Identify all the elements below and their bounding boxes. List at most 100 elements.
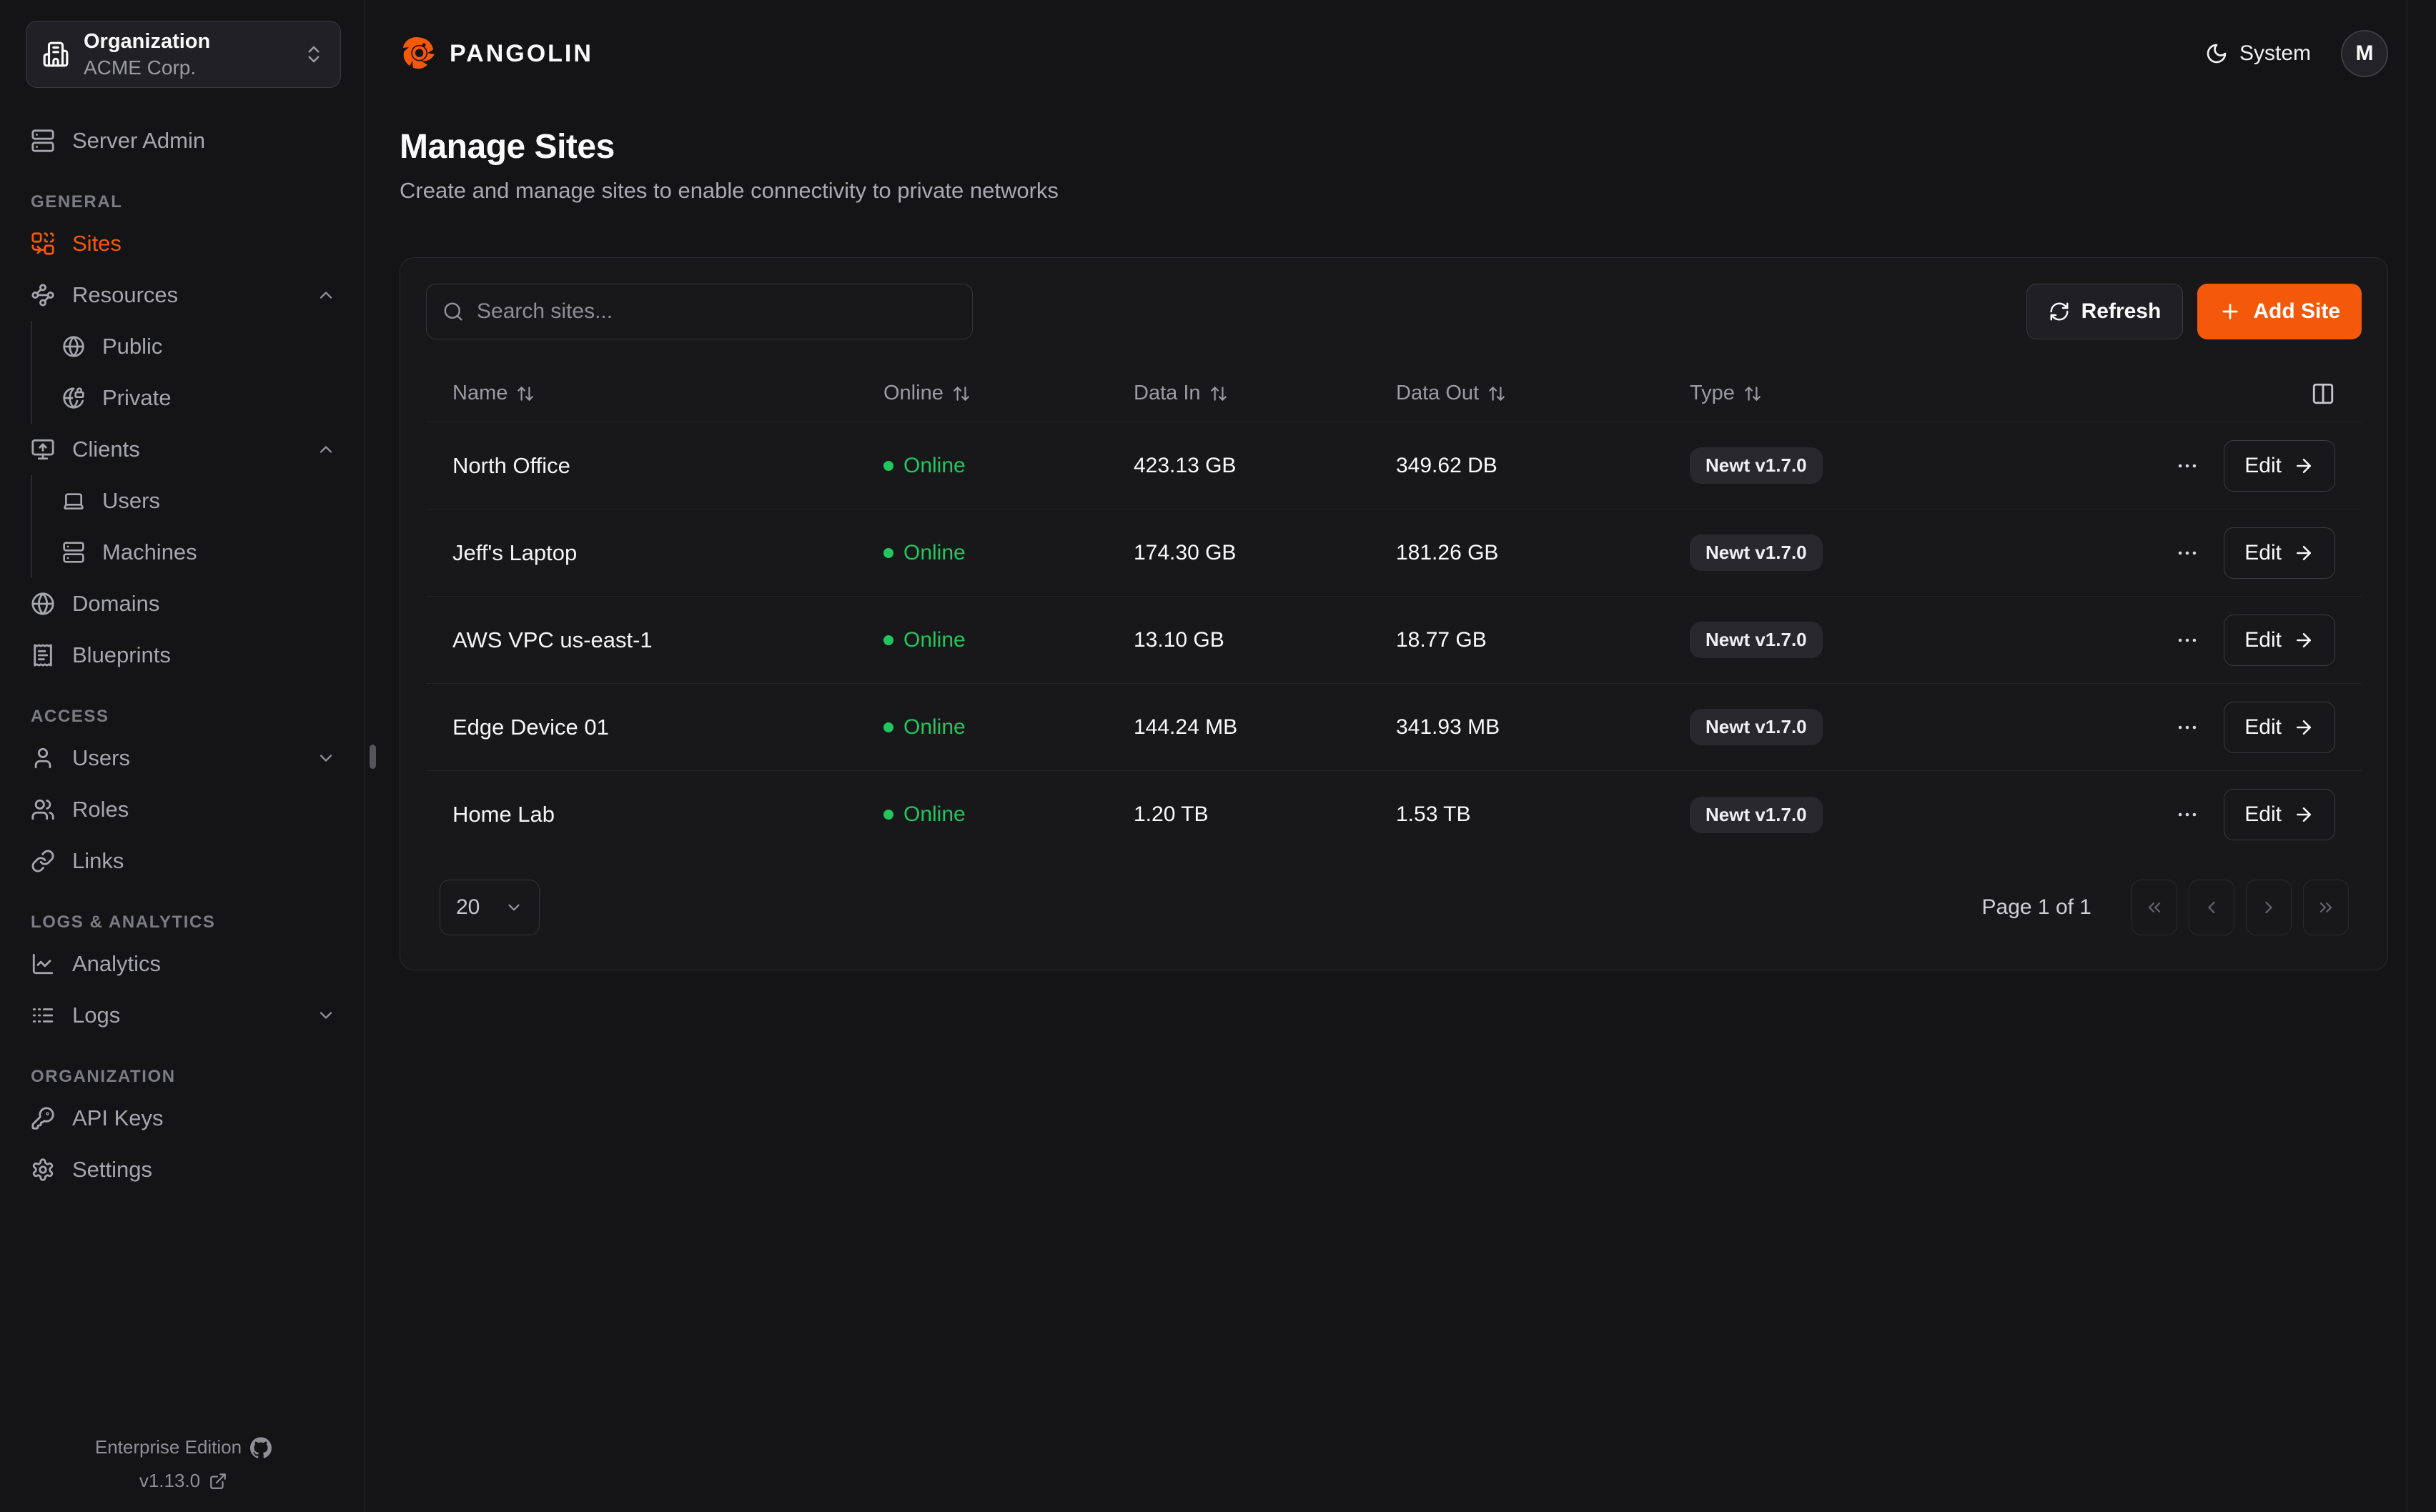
sidebar-item-resources[interactable]: Resources bbox=[26, 269, 341, 321]
theme-toggle[interactable]: System bbox=[2205, 41, 2311, 66]
table-header: Name Online Data In Data Out Type bbox=[426, 365, 2362, 422]
sidebar-nav: Server Admin GENERAL Sites Resources Pub… bbox=[26, 115, 341, 1195]
sidebar-item-server-admin[interactable]: Server Admin bbox=[26, 115, 341, 166]
pager-buttons bbox=[2132, 880, 2349, 935]
receipt-text-icon bbox=[31, 643, 55, 667]
sidebar-item-clients[interactable]: Clients bbox=[26, 424, 341, 475]
site-type-badge: Newt v1.7.0 bbox=[1690, 622, 1823, 658]
column-header-data-in[interactable]: Data In bbox=[1134, 382, 1396, 405]
github-icon bbox=[250, 1437, 272, 1458]
sidebar-item-domains[interactable]: Domains bbox=[26, 578, 341, 630]
section-organization: ORGANIZATION bbox=[26, 1067, 341, 1087]
site-status: Online bbox=[883, 454, 1134, 478]
row-menu-button[interactable] bbox=[2175, 541, 2199, 565]
refresh-label: Refresh bbox=[2081, 299, 2162, 324]
building-icon bbox=[42, 41, 69, 68]
row-menu-button[interactable] bbox=[2175, 715, 2199, 740]
sidebar-item-roles[interactable]: Roles bbox=[26, 784, 341, 835]
sidebar-item-settings[interactable]: Settings bbox=[26, 1144, 341, 1195]
sites-combine-icon bbox=[31, 232, 55, 256]
sidebar-item-label: Users bbox=[102, 488, 160, 514]
pangolin-logo-icon bbox=[400, 35, 437, 72]
scrollbar-rail[interactable] bbox=[2407, 0, 2436, 1512]
column-header-data-out[interactable]: Data Out bbox=[1396, 382, 1690, 405]
site-data-in: 423.13 GB bbox=[1134, 454, 1396, 478]
sidebar-item-links[interactable]: Links bbox=[26, 835, 341, 887]
org-selector[interactable]: Organization ACME Corp. bbox=[26, 21, 341, 88]
monitor-up-icon bbox=[31, 437, 55, 462]
page-title: Manage Sites bbox=[400, 127, 2388, 166]
page-size-select[interactable]: 20 bbox=[440, 880, 540, 935]
waypoints-icon bbox=[31, 283, 55, 307]
brand-name: PANGOLIN bbox=[450, 40, 593, 68]
column-header-name[interactable]: Name bbox=[452, 382, 883, 405]
search-box[interactable] bbox=[426, 284, 973, 339]
table-row: Home Lab Online 1.20 TB 1.53 TB Newt v1.… bbox=[426, 771, 2362, 858]
edit-button[interactable]: Edit bbox=[2224, 789, 2335, 840]
row-actions: Edit bbox=[2085, 440, 2335, 492]
first-page-button[interactable] bbox=[2132, 880, 2177, 935]
refresh-button[interactable]: Refresh bbox=[2026, 284, 2184, 339]
column-settings-button[interactable] bbox=[2311, 382, 2335, 406]
section-general: GENERAL bbox=[26, 192, 341, 212]
theme-label: System bbox=[2239, 41, 2311, 66]
avatar-initial: M bbox=[2356, 41, 2374, 66]
avatar[interactable]: M bbox=[2341, 30, 2388, 77]
site-status: Online bbox=[883, 628, 1134, 652]
column-header-online[interactable]: Online bbox=[883, 382, 1134, 405]
version-link[interactable]: v1.13.0 bbox=[139, 1470, 227, 1492]
sidebar-item-label: Links bbox=[72, 848, 124, 874]
search-input[interactable] bbox=[477, 299, 956, 324]
site-type-cell: Newt v1.7.0 bbox=[1690, 709, 2085, 745]
sidebar-item-sites[interactable]: Sites bbox=[26, 218, 341, 269]
edit-button[interactable]: Edit bbox=[2224, 702, 2335, 753]
online-label: Online bbox=[903, 715, 966, 740]
next-page-button[interactable] bbox=[2246, 880, 2292, 935]
sidebar-item-label: Domains bbox=[72, 591, 159, 617]
online-label: Online bbox=[903, 454, 966, 478]
sidebar-item-label: Clients bbox=[72, 437, 140, 462]
section-logs-analytics: LOGS & ANALYTICS bbox=[26, 912, 341, 932]
site-status: Online bbox=[883, 541, 1134, 565]
table-row: Edge Device 01 Online 144.24 MB 341.93 M… bbox=[426, 684, 2362, 771]
arrow-right-icon bbox=[2293, 717, 2314, 738]
previous-page-button[interactable] bbox=[2189, 880, 2234, 935]
sidebar-item-label: API Keys bbox=[72, 1105, 164, 1131]
sidebar-item-private[interactable]: Private bbox=[32, 372, 341, 424]
page-subtitle: Create and manage sites to enable connec… bbox=[400, 178, 2388, 204]
online-label: Online bbox=[903, 541, 966, 565]
online-label: Online bbox=[903, 628, 966, 652]
sidebar-item-analytics[interactable]: Analytics bbox=[26, 938, 341, 990]
column-header-type[interactable]: Type bbox=[1690, 382, 2085, 405]
sidebar-item-logs[interactable]: Logs bbox=[26, 990, 341, 1041]
site-status: Online bbox=[883, 802, 1134, 827]
sidebar-item-machines[interactable]: Machines bbox=[32, 527, 341, 578]
last-page-button[interactable] bbox=[2303, 880, 2349, 935]
row-menu-button[interactable] bbox=[2175, 802, 2199, 827]
edit-button[interactable]: Edit bbox=[2224, 527, 2335, 579]
sidebar-scrollbar-thumb[interactable] bbox=[370, 745, 376, 769]
globe-icon bbox=[62, 335, 85, 358]
sidebar-item-users[interactable]: Users bbox=[26, 732, 341, 784]
chevron-down-icon bbox=[316, 1005, 336, 1025]
page-head: Manage Sites Create and manage sites to … bbox=[400, 127, 2388, 204]
edit-button[interactable]: Edit bbox=[2224, 615, 2335, 666]
arrow-right-icon bbox=[2293, 804, 2314, 825]
sidebar-item-api-keys[interactable]: API Keys bbox=[26, 1093, 341, 1144]
columns-icon bbox=[2311, 382, 2335, 406]
sidebar-item-public[interactable]: Public bbox=[32, 321, 341, 372]
edit-button[interactable]: Edit bbox=[2224, 440, 2335, 492]
org-selector-value: ACME Corp. bbox=[84, 56, 210, 79]
row-menu-button[interactable] bbox=[2175, 628, 2199, 652]
sidebar-item-client-users[interactable]: Users bbox=[32, 475, 341, 527]
add-site-button[interactable]: Add Site bbox=[2197, 284, 2362, 339]
row-menu-button[interactable] bbox=[2175, 454, 2199, 478]
search-icon bbox=[442, 301, 464, 322]
pagination: Page 1 of 1 bbox=[1982, 880, 2349, 935]
site-type-cell: Newt v1.7.0 bbox=[1690, 797, 2085, 833]
site-type-badge: Newt v1.7.0 bbox=[1690, 534, 1823, 571]
resources-subnav: Public Private bbox=[31, 321, 341, 424]
sidebar-item-label: Public bbox=[102, 334, 162, 359]
edition-link[interactable]: Enterprise Edition bbox=[95, 1436, 272, 1458]
sidebar-item-blueprints[interactable]: Blueprints bbox=[26, 630, 341, 681]
